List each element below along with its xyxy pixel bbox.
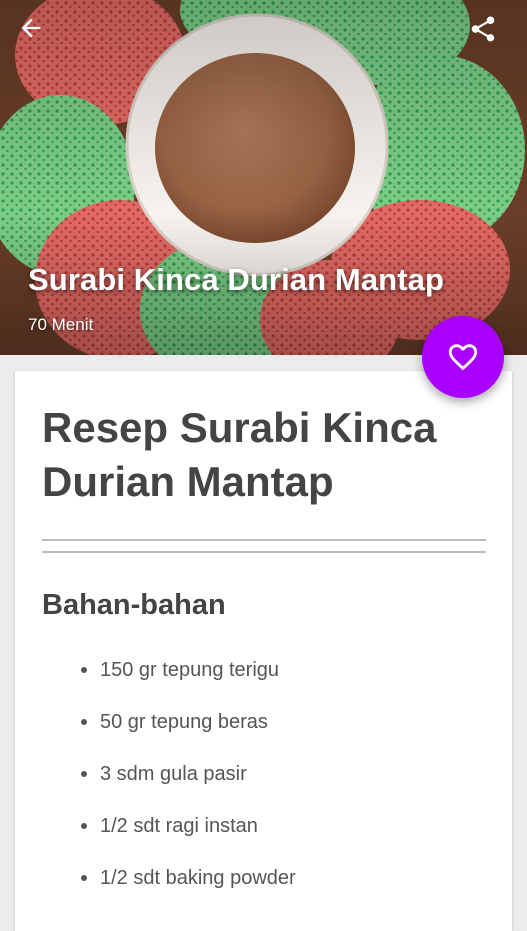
recipe-photo: Surabi Kinca Durian Mantap 70 Menit [0,0,527,355]
bullet-icon [81,823,87,829]
back-button[interactable] [17,14,65,62]
ingredient-text: 150 gr tepung terigu [100,659,280,681]
arrow-left-icon [21,18,41,38]
bullet-icon [81,875,87,881]
list-item: 1/2 sdt ragi instan [42,803,296,855]
ingredient-text: 50 gr tepung beras [100,711,268,733]
ingredients-heading: Bahan-bahan [42,589,226,621]
list-item: 150 gr tepung terigu [42,647,296,699]
list-item: 3 sdm gula pasir [42,751,296,803]
ingredients-list: 150 gr tepung terigu 50 gr tepung beras … [42,647,296,907]
header-title: Surabi Kinca Durian Mantap [28,262,444,297]
ingredient-text: 3 sdm gula pasir [100,763,247,785]
share-button[interactable] [468,14,516,62]
bullet-icon [81,667,87,673]
heart-outline-icon [448,344,478,371]
bullet-icon [81,771,87,777]
share-icon [471,16,495,42]
recipe-title: Resep Surabi Kinca Durian Mantap [42,404,437,505]
divider [42,539,486,541]
list-item: 1/2 sdt baking powder [42,855,296,907]
favorite-button[interactable] [422,316,504,398]
list-item: 50 gr tepung beras [42,699,296,751]
bullet-icon [81,719,87,725]
cooking-duration: 70 Menit [28,315,94,334]
app-bar [0,0,527,80]
ingredient-text: 1/2 sdt ragi instan [100,815,258,837]
ingredient-text: 1/2 sdt baking powder [100,867,296,889]
recipe-card: Resep Surabi Kinca Durian Mantap Bahan-b… [15,371,512,931]
divider [42,551,486,553]
